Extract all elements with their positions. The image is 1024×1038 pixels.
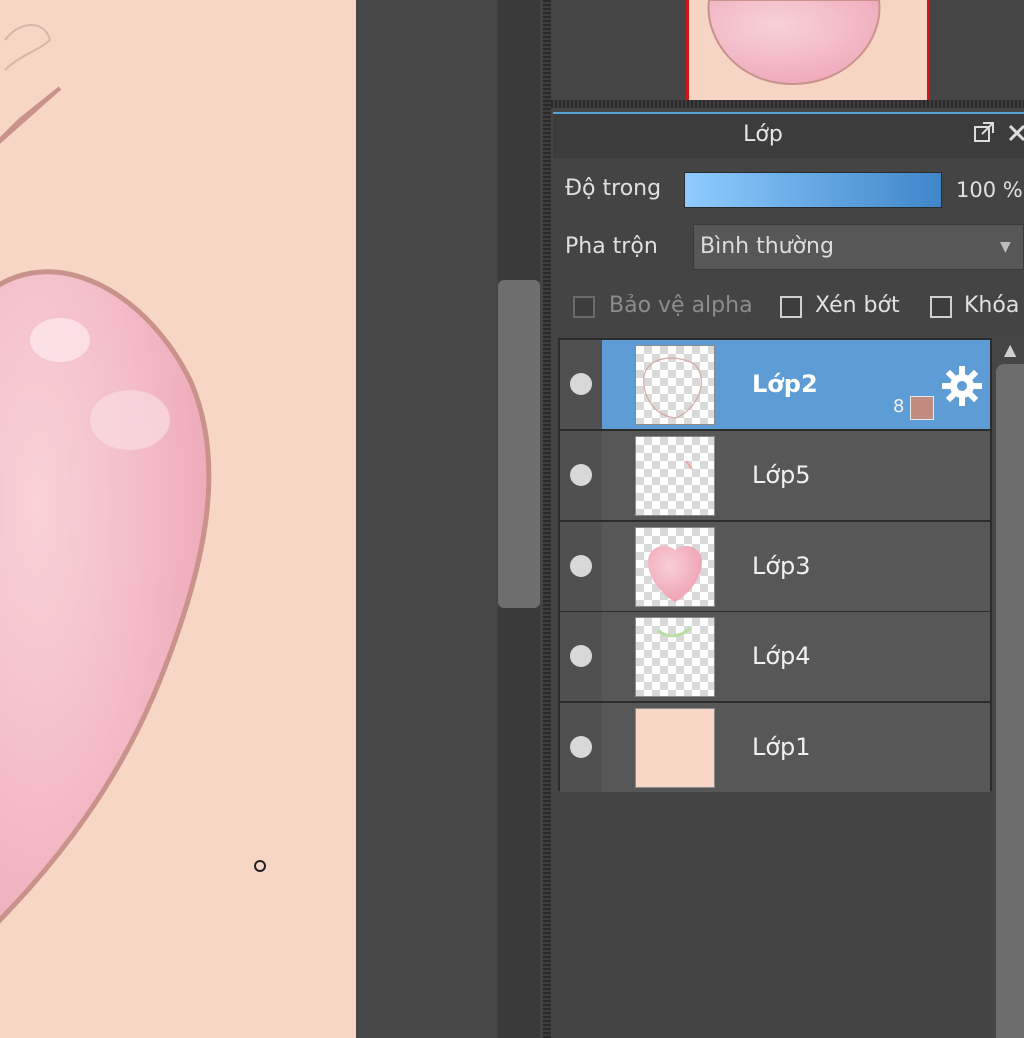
canvas-scroll-thumb[interactable] xyxy=(498,280,540,608)
layer-row-lop3[interactable]: Lớp3 xyxy=(560,522,990,611)
peach-body xyxy=(0,269,212,924)
leaf xyxy=(0,86,62,144)
close-icon[interactable] xyxy=(1006,120,1024,150)
panel-splitter[interactable] xyxy=(543,0,551,1038)
drawing-canvas[interactable] xyxy=(0,0,356,1038)
clipping-checkbox[interactable] xyxy=(780,296,802,318)
peach-artwork xyxy=(0,24,266,924)
layer-panel-title: Lớp xyxy=(743,122,783,147)
layer-color-swatch xyxy=(910,396,934,420)
layer-thumbnail xyxy=(635,345,715,425)
chevron-down-icon: ▼ xyxy=(1000,239,1011,255)
layer-row-lop5[interactable]: Lớp5 xyxy=(560,431,990,520)
layers-scroll-thumb[interactable] xyxy=(996,364,1024,1038)
layer-name: Lớp1 xyxy=(752,733,811,761)
layer-row-lop2[interactable]: Lớp2 8 xyxy=(560,340,990,429)
opacity-value: 100 % xyxy=(956,178,1023,202)
gear-icon[interactable] xyxy=(940,364,984,412)
lock-label: Khóa xyxy=(964,293,1020,318)
alpha-protect-checkbox[interactable] xyxy=(573,296,595,318)
navigator-thumbnail xyxy=(707,0,881,86)
panel-separator[interactable] xyxy=(551,100,1024,108)
visibility-cell xyxy=(560,522,602,611)
visibility-toggle-icon[interactable] xyxy=(570,736,592,758)
opacity-label: Độ trong xyxy=(565,176,662,201)
visibility-cell xyxy=(560,340,602,429)
layer-name: Lớp5 xyxy=(752,461,811,489)
visibility-cell xyxy=(560,431,602,520)
layer-thumbnail xyxy=(635,617,715,697)
lock-checkbox[interactable] xyxy=(930,296,952,318)
visibility-cell xyxy=(560,612,602,701)
navigator-preview[interactable] xyxy=(686,0,930,100)
workspace-margin xyxy=(356,0,496,1038)
visibility-toggle-icon[interactable] xyxy=(570,555,592,577)
visibility-toggle-icon[interactable] xyxy=(570,373,592,395)
blend-mode-select[interactable]: Bình thường ▼ xyxy=(693,224,1024,270)
layer-thumbnail xyxy=(635,708,715,788)
visibility-toggle-icon[interactable] xyxy=(570,645,592,667)
clipping-label: Xén bớt xyxy=(815,293,900,318)
layer-thumbnail xyxy=(635,436,715,516)
layer-name: Lớp4 xyxy=(752,642,811,670)
brush-cursor xyxy=(254,860,266,872)
popout-icon[interactable] xyxy=(972,120,996,150)
scroll-up-arrow-icon[interactable]: ▲ xyxy=(1004,340,1016,359)
layer-row-lop4[interactable]: Lớp4 xyxy=(560,612,990,701)
alpha-protect-label: Bảo vệ alpha xyxy=(609,293,753,318)
blend-mode-value: Bình thường xyxy=(700,234,834,259)
layer-thumbnail xyxy=(635,527,715,607)
visibility-toggle-icon[interactable] xyxy=(570,464,592,486)
blend-label: Pha trộn xyxy=(565,234,658,259)
layer-name: Lớp3 xyxy=(752,552,811,580)
opacity-slider[interactable] xyxy=(684,172,942,208)
layer-row-lop1[interactable]: Lớp1 xyxy=(560,703,990,792)
layer-badge-count: 8 xyxy=(893,396,905,417)
visibility-cell xyxy=(560,703,602,792)
layer-name: Lớp2 xyxy=(752,370,818,398)
